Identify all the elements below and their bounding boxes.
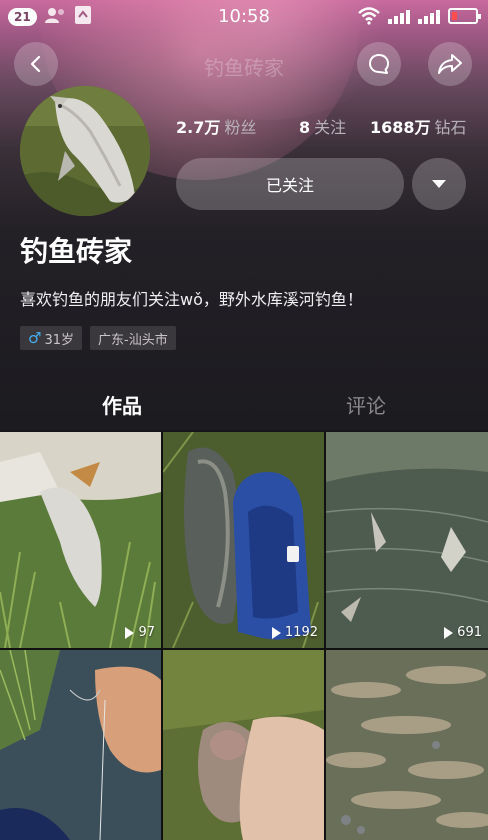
video-thumbnail[interactable] [163, 650, 324, 840]
male-gender-icon: ♂ [28, 329, 42, 347]
tab-comments[interactable]: 评论 [244, 378, 488, 430]
video-thumbnail[interactable]: 1192 [163, 432, 324, 648]
play-count: 1192 [271, 625, 318, 640]
followers-label: 粉丝 [224, 118, 257, 137]
play-count-text: 97 [138, 625, 155, 640]
content-tabs: 作品 评论 [0, 378, 488, 430]
diamonds-stat[interactable]: 1688万 钻石 [370, 114, 467, 138]
play-icon [271, 626, 281, 639]
play-count-text: 1192 [284, 625, 318, 640]
play-icon [444, 626, 454, 639]
play-count: 97 [125, 625, 155, 640]
location-tag: 广东-汕头市 [90, 326, 176, 350]
thumbnail-image [163, 650, 324, 840]
video-grid: 97 1192 691 [0, 432, 488, 840]
share-button[interactable] [428, 42, 472, 86]
age-text: 31岁 [44, 332, 74, 348]
signal-strength-icon-2 [418, 8, 440, 24]
thumbnail-image [163, 432, 324, 648]
more-options-button[interactable] [412, 158, 466, 210]
avatar-fish-image [20, 86, 150, 216]
following-label: 关注 [314, 118, 347, 137]
followers-count: 2.7万 [176, 118, 221, 137]
avatar[interactable] [20, 86, 150, 216]
location-text: 广东-汕头市 [98, 332, 168, 348]
wifi-icon [358, 7, 380, 25]
diamonds-count: 1688万 [370, 118, 431, 137]
share-icon [438, 54, 462, 74]
followed-button[interactable]: 已关注 [176, 158, 404, 210]
thumbnail-image [326, 432, 488, 648]
video-thumbnail[interactable]: 97 [0, 432, 161, 648]
chat-bubble-icon [369, 54, 389, 74]
nav-title: 钓鱼砖家 [204, 56, 284, 80]
username: 钓鱼砖家 [20, 235, 133, 268]
thumbnail-image [0, 432, 161, 648]
bio-text: 喜欢钓鱼的朋友们关注wǒ，野外水库溪河钓鱼！ [20, 290, 363, 309]
followers-stat[interactable]: 2.7万 粉丝 [176, 114, 256, 138]
caret-down-icon [432, 180, 446, 188]
following-stat[interactable]: 8 关注 [299, 114, 346, 138]
battery-icon [448, 8, 481, 24]
thumbnail-image [0, 650, 161, 840]
video-thumbnail[interactable]: 691 [326, 432, 488, 648]
profile-stats: 2.7万 粉丝 8 关注 1688万 钻石 [176, 114, 476, 138]
tab-works[interactable]: 作品 [0, 378, 244, 430]
play-count: 691 [444, 625, 482, 640]
video-thumbnail[interactable] [0, 650, 161, 840]
play-icon [125, 626, 135, 639]
message-button[interactable] [357, 42, 401, 86]
profile-tags: ♂ 31岁 广东-汕头市 [20, 326, 176, 350]
thumbnail-image [326, 650, 488, 840]
top-nav-bar: 钓鱼砖家 [0, 40, 488, 88]
signal-strength-icon [388, 8, 410, 24]
age-tag: ♂ 31岁 [20, 326, 82, 350]
diamonds-label: 钻石 [434, 118, 467, 137]
video-thumbnail[interactable] [326, 650, 488, 840]
following-count: 8 [299, 118, 311, 137]
status-bar: 21 10:58 [0, 0, 488, 34]
play-count-text: 691 [457, 625, 482, 640]
